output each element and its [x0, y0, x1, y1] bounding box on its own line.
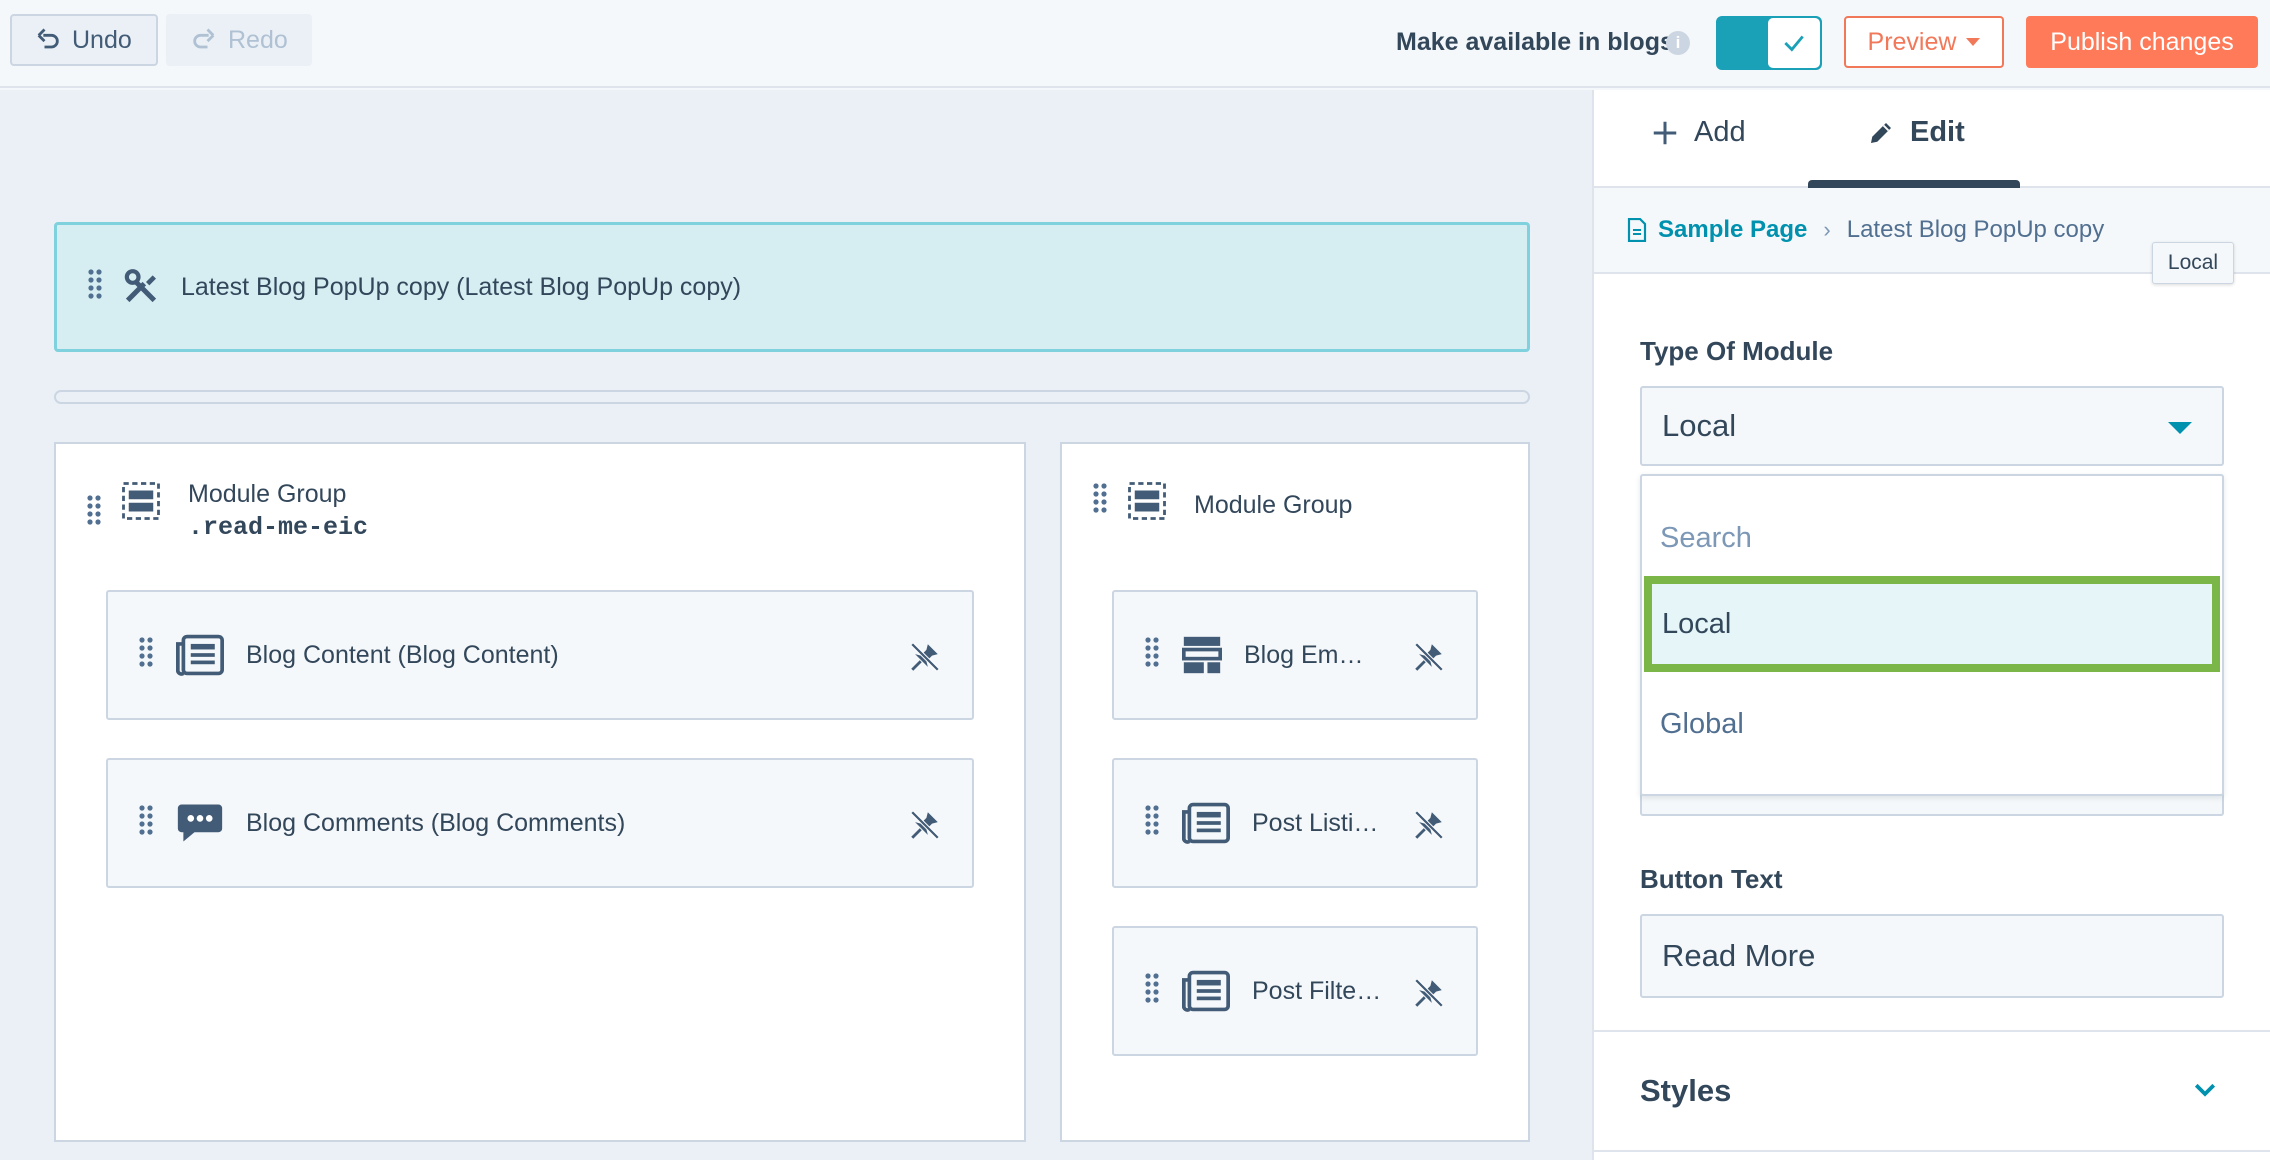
preview-button[interactable]: Preview	[1844, 16, 2004, 68]
unpin-icon[interactable]	[908, 640, 942, 674]
comments-icon	[177, 804, 223, 842]
tab-add-label: Add	[1694, 116, 1746, 148]
breadcrumb-root-link[interactable]: Sample Page	[1658, 216, 1807, 244]
blog-email-icon	[1182, 636, 1222, 674]
top-toolbar: Undo Redo Make available in blogs i Prev…	[0, 0, 2270, 88]
divider	[1592, 1150, 2270, 1152]
unpin-icon[interactable]	[908, 808, 942, 842]
chevron-right-icon: ›	[1823, 217, 1831, 242]
preview-label: Preview	[1867, 27, 1957, 56]
module-card[interactable]: Blog Em…	[1112, 590, 1478, 720]
option-label: Local	[1662, 607, 1732, 640]
dropdown-option-search[interactable]: Search	[1642, 490, 2222, 586]
toggle-knob	[1768, 18, 1820, 68]
module-label: Post Filte…	[1252, 976, 1382, 1005]
tab-add[interactable]: Add	[1650, 116, 1746, 149]
module-label: Post Listi…	[1252, 808, 1379, 837]
module-card[interactable]: Post Listi…	[1112, 758, 1478, 888]
availability-toggle[interactable]	[1716, 16, 1822, 70]
module-label: Blog Content (Blog Content)	[246, 640, 559, 669]
group-header: Module Group .read-me-eic	[86, 480, 368, 542]
drag-handle-icon[interactable]	[87, 268, 103, 307]
module-group-icon	[122, 482, 160, 520]
pencil-icon	[1871, 122, 1891, 143]
module-label: Blog Comments (Blog Comments)	[246, 808, 626, 837]
module-card[interactable]: Blog Content (Blog Content)	[106, 590, 974, 720]
module-card[interactable]: Post Filte…	[1112, 926, 1478, 1056]
unpin-icon[interactable]	[1412, 640, 1446, 674]
redo-icon	[193, 28, 215, 49]
dropdown-option-global[interactable]: Global	[1642, 676, 2222, 772]
group-title: Module Group	[1194, 490, 1353, 519]
drag-handle-icon[interactable]	[1144, 804, 1160, 843]
post-filter-icon	[1182, 970, 1230, 1012]
type-of-module-select[interactable]: Local	[1640, 386, 2224, 466]
type-of-module-label: Type Of Module	[1640, 336, 1834, 366]
page-icon	[1627, 218, 1647, 242]
button-text-input[interactable]: Read More	[1640, 914, 2224, 998]
caret-down-icon	[1966, 38, 1981, 46]
section-divider[interactable]	[54, 390, 1530, 404]
banner-label: Latest Blog PopUp copy (Latest Blog PopU…	[181, 272, 742, 301]
drag-handle-icon[interactable]	[1144, 636, 1160, 675]
drag-handle-icon[interactable]	[138, 804, 154, 843]
select-value: Local	[1662, 408, 1737, 443]
module-label: Blog Em…	[1244, 640, 1364, 669]
drag-handle-icon[interactable]	[138, 636, 154, 675]
tooltip: Local	[2152, 242, 2234, 284]
module-card[interactable]: Blog Comments (Blog Comments)	[106, 758, 974, 888]
active-tab-indicator	[1808, 180, 2020, 188]
caret-down-icon	[2168, 422, 2192, 434]
redo-label: Redo	[228, 25, 288, 54]
availability-label: Make available in blogs	[1396, 28, 1674, 56]
drag-handle-icon[interactable]	[1144, 972, 1160, 1011]
input-value: Read More	[1662, 938, 1816, 973]
module-group-icon	[1128, 482, 1166, 520]
post-listing-icon	[1182, 802, 1230, 844]
type-of-module-dropdown: Search Local Global	[1640, 474, 2224, 796]
blog-content-icon	[176, 634, 224, 676]
chevron-down-icon	[2194, 1083, 2216, 1097]
dropdown-option-local[interactable]: Local	[1644, 576, 2220, 672]
sidebar-tabs: Add Edit	[1594, 90, 2270, 188]
undo-label: Undo	[72, 25, 132, 54]
breadcrumb-current: Latest Blog PopUp copy	[1846, 216, 2105, 243]
group-header: Module Group	[1092, 480, 1352, 522]
module-banner[interactable]: Latest Blog PopUp copy (Latest Blog PopU…	[54, 222, 1530, 352]
tools-icon	[124, 269, 157, 303]
info-icon[interactable]: i	[1666, 31, 1690, 55]
tab-edit-label: Edit	[1910, 116, 1965, 148]
unpin-icon[interactable]	[1412, 808, 1446, 842]
undo-icon	[37, 28, 59, 49]
publish-label: Publish changes	[2050, 27, 2234, 56]
option-label: Search	[1660, 521, 1752, 554]
button-text-label: Button Text	[1640, 864, 1783, 894]
group-title: Module Group	[188, 480, 347, 508]
redo-button[interactable]: Redo	[166, 14, 312, 66]
publish-button[interactable]: Publish changes	[2026, 16, 2258, 68]
undo-button[interactable]: Undo	[10, 14, 158, 66]
drag-handle-icon[interactable]	[86, 494, 102, 533]
checkmark-icon	[1784, 35, 1804, 52]
group-class-name: .read-me-eic	[188, 513, 369, 542]
styles-section-toggle[interactable]: Styles	[1592, 1032, 2270, 1150]
drag-handle-icon[interactable]	[1092, 482, 1108, 521]
styles-label: Styles	[1640, 1073, 1732, 1108]
tab-edit[interactable]: Edit	[1866, 116, 1965, 149]
option-label: Global	[1660, 707, 1744, 740]
plus-icon	[1653, 121, 1677, 144]
unpin-icon[interactable]	[1412, 976, 1446, 1010]
